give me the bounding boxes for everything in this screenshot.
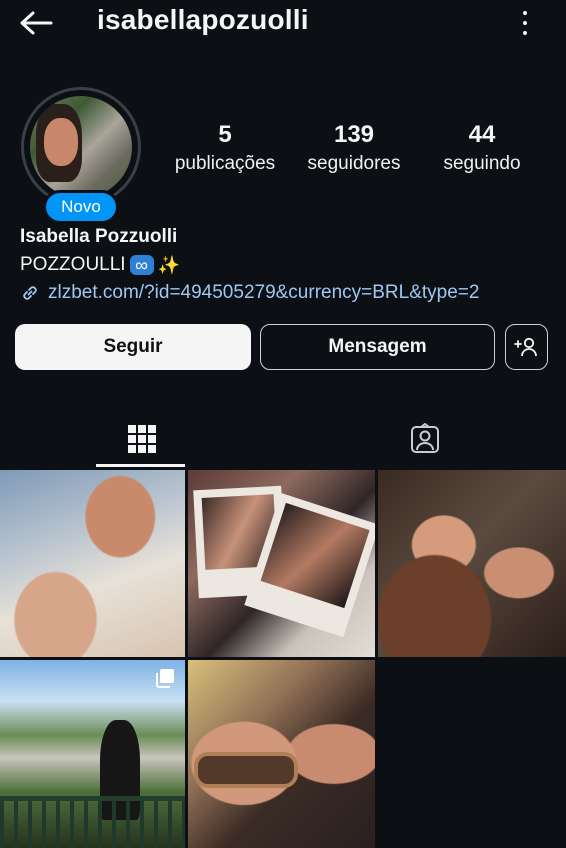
stat-followers[interactable]: 139 seguidores: [298, 121, 410, 179]
suggested-users-button[interactable]: [505, 324, 548, 370]
more-options-button[interactable]: [514, 8, 536, 38]
tab-posts-grid[interactable]: [0, 410, 283, 468]
profile-link[interactable]: zlzbet.com/?id=494505279&currency=BRL&ty…: [20, 282, 479, 304]
grid-icon: [127, 425, 156, 453]
active-tab-indicator: [96, 464, 185, 467]
dot-icon: [523, 21, 527, 25]
carousel-icon: [156, 669, 174, 688]
profile-username: isabellapozuolli: [97, 4, 309, 35]
back-button[interactable]: [18, 6, 54, 40]
stat-following-label: seguindo: [443, 153, 521, 174]
profile-full-name: Isabella Pozzuolli: [20, 226, 178, 247]
stat-following[interactable]: 44 seguindo: [432, 121, 532, 179]
post-thumbnail-5[interactable]: [188, 660, 375, 848]
stat-posts-count: 5: [218, 121, 232, 148]
post-thumbnail-3[interactable]: [378, 470, 566, 657]
sunglasses: [194, 752, 298, 788]
back-arrow-icon: [20, 11, 53, 35]
new-badge: Novo: [43, 190, 119, 224]
profile-tabs: [0, 410, 566, 468]
stat-posts-label: publicações: [174, 153, 276, 174]
message-button[interactable]: Mensagem: [260, 324, 495, 370]
avatar-ring[interactable]: [21, 87, 141, 207]
stat-posts[interactable]: 5 publicações: [165, 121, 285, 179]
post-thumbnail-1[interactable]: [0, 470, 185, 657]
tagged-person-icon: [410, 423, 439, 453]
stat-following-count: 44: [468, 121, 496, 148]
post-thumbnail-4[interactable]: [0, 660, 185, 848]
infinity-emoji-icon: ∞: [129, 255, 154, 275]
dot-icon: [523, 11, 527, 15]
bio-text: POZZOULLI: [20, 254, 126, 275]
profile-link-text: zlzbet.com/?id=494505279&currency=BRL&ty…: [48, 282, 480, 303]
dot-icon: [523, 31, 527, 35]
railing: [0, 796, 185, 848]
top-bar: isabellapozuolli: [0, 0, 566, 46]
post-thumbnail-2[interactable]: [188, 470, 375, 657]
link-icon: [23, 286, 37, 300]
profile-bio: POZZOULLI ∞ ✨: [20, 254, 180, 276]
avatar: [30, 96, 132, 198]
stat-followers-count: 139: [333, 121, 375, 148]
stat-followers-label: seguidores: [307, 153, 401, 174]
tab-tagged[interactable]: [283, 410, 566, 468]
sparkles-emoji-icon: ✨: [157, 254, 180, 275]
add-user-icon: [513, 337, 537, 357]
follow-button[interactable]: Seguir: [15, 324, 251, 370]
avatar-face: [44, 118, 78, 166]
